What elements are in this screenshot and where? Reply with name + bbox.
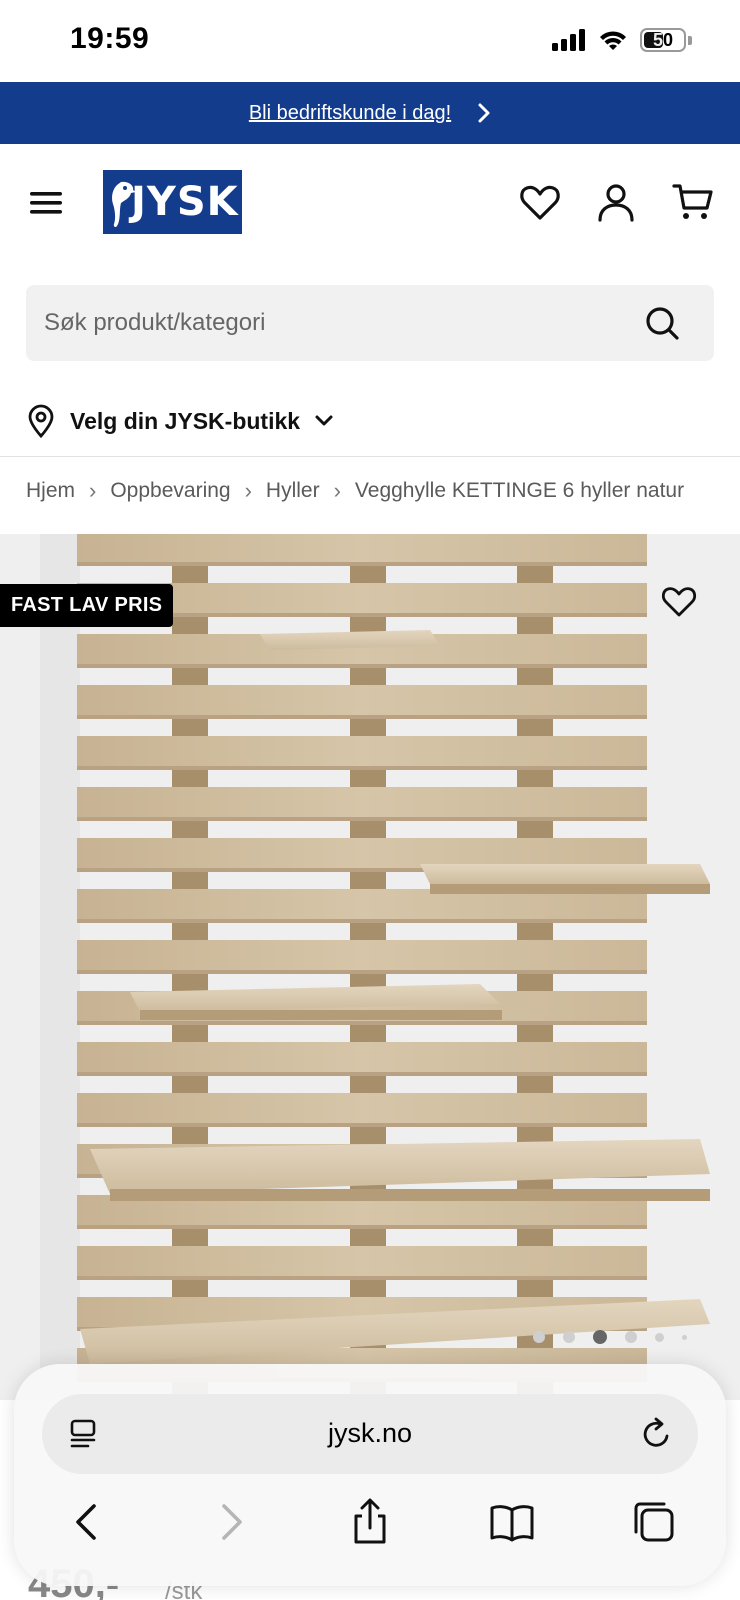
search-bar xyxy=(26,285,714,361)
cart-icon[interactable] xyxy=(671,180,715,224)
site-header: JYSK xyxy=(0,144,740,262)
chevron-right-icon xyxy=(478,103,490,123)
breadcrumb-separator-icon: › xyxy=(244,478,252,503)
breadcrumb-current: Vegghylle KETTINGE 6 hyller natur xyxy=(354,479,685,502)
breadcrumb: Hjem › Oppbevaring › Hyller › Vegghylle … xyxy=(26,478,684,504)
business-promo-banner[interactable]: Bli bedriftskunde i dag! xyxy=(0,82,740,144)
carousel-dot[interactable] xyxy=(533,1331,545,1343)
location-pin-icon xyxy=(28,404,54,438)
address-bar[interactable]: jysk.no xyxy=(42,1394,698,1474)
carousel-dot-active[interactable] xyxy=(593,1330,607,1344)
product-image[interactable] xyxy=(0,534,740,1400)
breadcrumb-storage[interactable]: Oppbevaring xyxy=(110,479,230,503)
divider xyxy=(0,456,740,457)
back-icon[interactable] xyxy=(64,1498,112,1546)
browser-toolbar: jysk.no xyxy=(14,1364,726,1586)
jysk-logo[interactable]: JYSK xyxy=(103,170,242,234)
search-icon[interactable] xyxy=(644,305,680,341)
wishlist-heart-icon[interactable] xyxy=(518,180,562,224)
image-carousel-dots[interactable] xyxy=(533,1330,687,1344)
logo-text: JYSK xyxy=(131,179,239,225)
price-badge: FAST LAV PRIS xyxy=(0,584,174,627)
breadcrumb-home[interactable]: Hjem xyxy=(26,479,75,503)
battery-level: 50 xyxy=(652,29,674,50)
breadcrumb-separator-icon: › xyxy=(333,478,341,503)
carousel-dot[interactable] xyxy=(682,1334,687,1340)
chevron-down-icon xyxy=(315,415,333,426)
url-text: jysk.no xyxy=(327,1418,413,1448)
search-input[interactable] xyxy=(44,285,624,361)
wifi-icon xyxy=(600,31,626,50)
breadcrumb-separator-icon: › xyxy=(89,478,97,503)
promo-link[interactable]: Bli bedriftskunde i dag! xyxy=(249,102,451,125)
battery-icon: 50 xyxy=(640,28,686,52)
menu-icon[interactable] xyxy=(28,184,66,222)
logo-bird-icon xyxy=(112,181,136,228)
breadcrumb-shelves[interactable]: Hyller xyxy=(266,479,320,503)
forward-icon[interactable] xyxy=(206,1498,254,1546)
reload-icon[interactable] xyxy=(640,1416,674,1452)
signal-icon xyxy=(552,29,585,51)
store-selector[interactable]: Velg din JYSK-butikk xyxy=(26,398,334,444)
status-icons: 50 xyxy=(552,28,692,52)
share-icon[interactable] xyxy=(346,1498,394,1546)
favorite-heart-icon[interactable] xyxy=(660,582,698,620)
wall-shelf-photo xyxy=(0,534,740,1400)
store-label: Velg din JYSK-butikk xyxy=(70,407,301,434)
carousel-dot[interactable] xyxy=(563,1331,575,1343)
carousel-dot[interactable] xyxy=(625,1331,637,1343)
tabs-icon[interactable] xyxy=(630,1498,678,1546)
account-icon[interactable] xyxy=(594,180,638,224)
status-time: 19:59 xyxy=(70,22,150,55)
carousel-dot[interactable] xyxy=(655,1332,664,1342)
bookmarks-icon[interactable] xyxy=(488,1498,536,1546)
status-bar: 19:59 50 xyxy=(0,0,740,82)
